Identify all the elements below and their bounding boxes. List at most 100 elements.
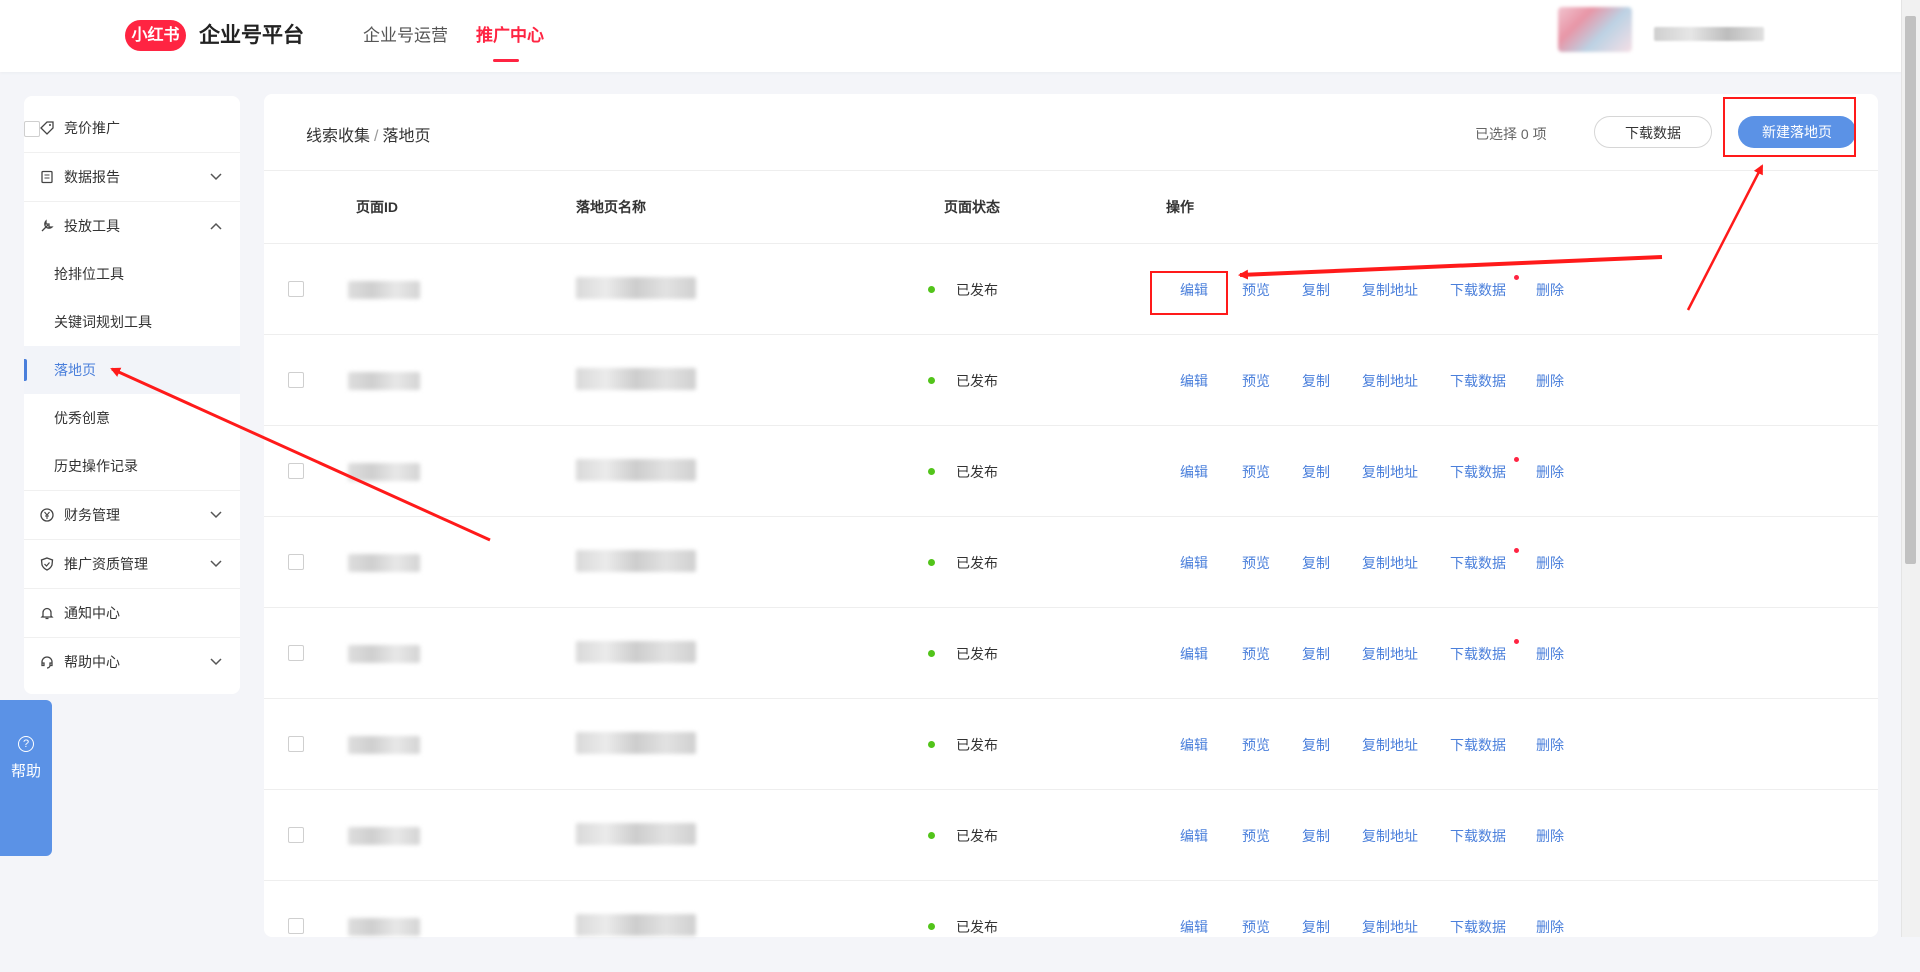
user-avatar[interactable] [1558,7,1632,52]
xiaohongshu-logo[interactable]: 小红书 [125,20,186,51]
delete-link[interactable]: 删除 [1536,917,1564,937]
sidebar-sub-history[interactable]: 历史操作记录 [24,442,240,490]
sidebar-sub-rank-tool[interactable]: 抢排位工具 [24,250,240,298]
edit-link[interactable]: 编辑 [1180,371,1208,391]
preview-link[interactable]: 预览 [1242,462,1270,482]
delete-link[interactable]: 删除 [1536,462,1564,482]
preview-link[interactable]: 预览 [1242,371,1270,391]
page-id-blurred [348,372,420,390]
landing-name-blurred[interactable] [576,459,696,481]
sidebar-item-bidding[interactable]: 竞价推广 [24,104,240,152]
download-link[interactable]: 下载数据 [1450,371,1506,391]
delete-link[interactable]: 删除 [1536,371,1564,391]
row-checkbox[interactable] [288,281,304,297]
landing-name-blurred[interactable] [576,914,696,936]
select-all-checkbox[interactable] [24,121,40,137]
download-link[interactable]: 下载数据 [1450,553,1506,573]
copy-url-link[interactable]: 复制地址 [1362,917,1418,937]
sidebar-sub-creative[interactable]: 优秀创意 [24,394,240,442]
sidebar-item-finance[interactable]: 财务管理 [24,491,240,539]
platform-title: 企业号平台 [199,24,304,47]
preview-link[interactable]: 预览 [1242,917,1270,937]
sidebar-sub-label: 历史操作记录 [54,458,138,474]
download-link[interactable]: 下载数据 [1450,917,1506,937]
copy-link[interactable]: 复制 [1302,826,1330,846]
download-link[interactable]: 下载数据 [1450,826,1506,846]
sidebar-item-data-report[interactable]: 数据报告 [24,153,240,201]
chevron-up-icon [210,219,222,233]
download-data-button[interactable]: 下载数据 [1594,116,1712,148]
breadcrumb-lead-collection[interactable]: 线索收集 [306,128,370,145]
annotation-box-new-button [1723,97,1856,157]
status-dot [928,468,935,475]
row-checkbox[interactable] [288,463,304,479]
landing-name-blurred[interactable] [576,550,696,572]
status-text: 已发布 [956,737,998,753]
row-checkbox[interactable] [288,827,304,843]
download-link[interactable]: 下载数据 [1450,280,1506,300]
delete-link[interactable]: 删除 [1536,826,1564,846]
bell-icon [40,606,54,620]
delete-link[interactable]: 删除 [1536,644,1564,664]
sidebar-sub-keyword-tool[interactable]: 关键词规划工具 [24,298,240,346]
copy-link[interactable]: 复制 [1302,735,1330,755]
column-landing-name: 落地页名称 [576,199,646,215]
landing-name-blurred[interactable] [576,641,696,663]
copy-url-link[interactable]: 复制地址 [1362,462,1418,482]
row-checkbox[interactable] [288,918,304,934]
edit-link[interactable]: 编辑 [1180,826,1208,846]
copy-url-link[interactable]: 复制地址 [1362,644,1418,664]
edit-link[interactable]: 编辑 [1180,553,1208,573]
preview-link[interactable]: 预览 [1242,280,1270,300]
delete-link[interactable]: 删除 [1536,735,1564,755]
edit-link[interactable]: 编辑 [1180,644,1208,664]
copy-link[interactable]: 复制 [1302,280,1330,300]
landing-name-blurred[interactable] [576,823,696,845]
edit-link[interactable]: 编辑 [1180,735,1208,755]
page-scrollbar[interactable] [1901,0,1920,937]
status-dot [928,286,935,293]
row-checkbox[interactable] [288,645,304,661]
download-link[interactable]: 下载数据 [1450,462,1506,482]
copy-url-link[interactable]: 复制地址 [1362,826,1418,846]
nav-promotion-center[interactable]: 推广中心 [476,24,544,48]
download-link[interactable]: 下载数据 [1450,735,1506,755]
landing-name-blurred[interactable] [576,732,696,754]
user-name-blurred[interactable] [1654,27,1764,41]
copy-link[interactable]: 复制 [1302,553,1330,573]
copy-link[interactable]: 复制 [1302,917,1330,937]
preview-link[interactable]: 预览 [1242,735,1270,755]
status-dot [928,832,935,839]
edit-link[interactable]: 编辑 [1180,917,1208,937]
delete-link[interactable]: 删除 [1536,280,1564,300]
sidebar-item-delivery-tools[interactable]: 投放工具 [24,202,240,250]
row-checkbox[interactable] [288,554,304,570]
edit-link[interactable]: 编辑 [1180,462,1208,482]
sidebar-item-notifications[interactable]: 通知中心 [24,589,240,637]
copy-url-link[interactable]: 复制地址 [1362,371,1418,391]
sidebar-item-qualification[interactable]: 推广资质管理 [24,540,240,588]
preview-link[interactable]: 预览 [1242,826,1270,846]
scrollbar-thumb[interactable] [1905,16,1916,564]
landing-name-blurred[interactable] [576,368,696,390]
delete-link[interactable]: 删除 [1536,553,1564,573]
preview-link[interactable]: 预览 [1242,644,1270,664]
row-checkbox[interactable] [288,372,304,388]
sidebar-sub-landing-page[interactable]: 落地页 [24,346,240,394]
new-data-badge [1514,548,1519,553]
sidebar-item-label: 数据报告 [64,169,120,185]
nav-enterprise-ops[interactable]: 企业号运营 [363,24,448,48]
row-checkbox[interactable] [288,736,304,752]
table-row: 已发布 编辑 预览 复制 复制地址 下载数据 删除 [264,607,1878,699]
copy-url-link[interactable]: 复制地址 [1362,280,1418,300]
copy-url-link[interactable]: 复制地址 [1362,553,1418,573]
copy-link[interactable]: 复制 [1302,462,1330,482]
download-link[interactable]: 下载数据 [1450,644,1506,664]
copy-link[interactable]: 复制 [1302,644,1330,664]
copy-link[interactable]: 复制 [1302,371,1330,391]
preview-link[interactable]: 预览 [1242,553,1270,573]
floating-help-button[interactable]: ? 帮助 [0,700,52,856]
copy-url-link[interactable]: 复制地址 [1362,735,1418,755]
sidebar-item-help-center[interactable]: 帮助中心 [24,638,240,686]
landing-name-blurred[interactable] [576,277,696,299]
